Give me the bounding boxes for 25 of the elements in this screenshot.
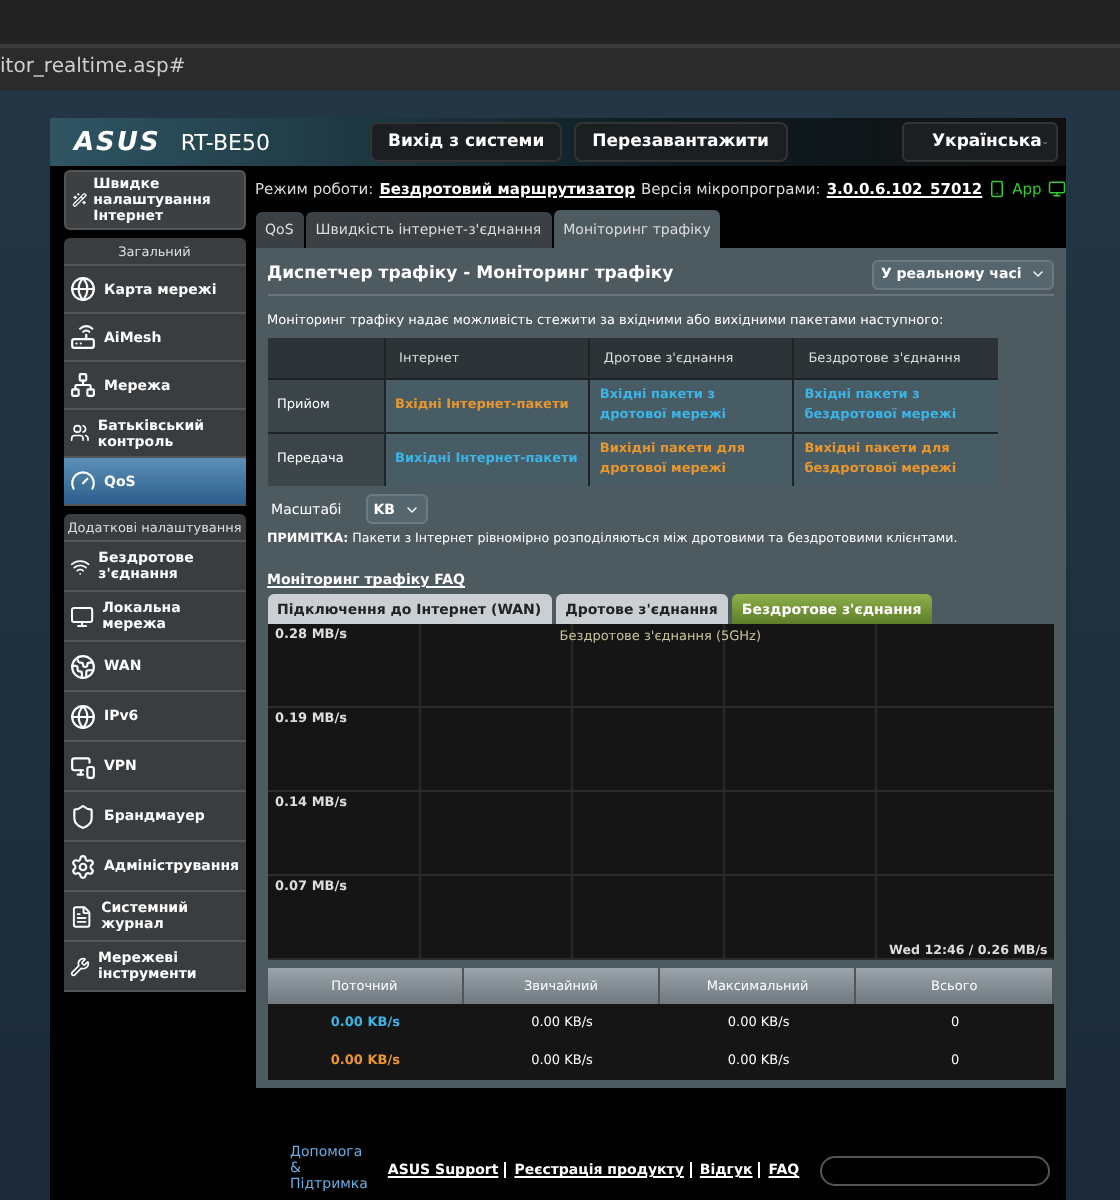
language-select[interactable]: Українська: [902, 122, 1058, 162]
phone-icon: [988, 180, 1007, 198]
network-icon: [70, 372, 96, 398]
wrench-icon: [70, 953, 90, 979]
monitor-icon: [70, 753, 96, 779]
panel-title: Диспетчер трафіку - Моніторинг трафіку: [267, 264, 674, 284]
shield-icon: [70, 803, 96, 829]
globe-icon: [70, 276, 96, 302]
monitor-icon: [70, 603, 95, 629]
document-icon: [70, 903, 94, 929]
monitor-icon: [1047, 180, 1066, 198]
address-text[interactable]: itor_realtime.asp#: [0, 56, 186, 90]
logo: ASUS: [74, 127, 161, 157]
users-icon: [70, 420, 90, 446]
router-icon: [70, 324, 96, 350]
search-field[interactable]: [819, 1155, 1050, 1185]
settings-icon: [70, 853, 96, 879]
globe-icon: [70, 653, 96, 679]
header-button[interactable]: Вихід з системи: [369, 122, 563, 162]
header-button[interactable]: Перезавантажити: [574, 122, 788, 162]
gauge-icon: [70, 468, 96, 494]
globe-icon: [70, 703, 96, 729]
caret-icon: [1029, 266, 1046, 282]
model-name: RT-BE50: [180, 129, 270, 155]
table-header: [267, 338, 384, 378]
